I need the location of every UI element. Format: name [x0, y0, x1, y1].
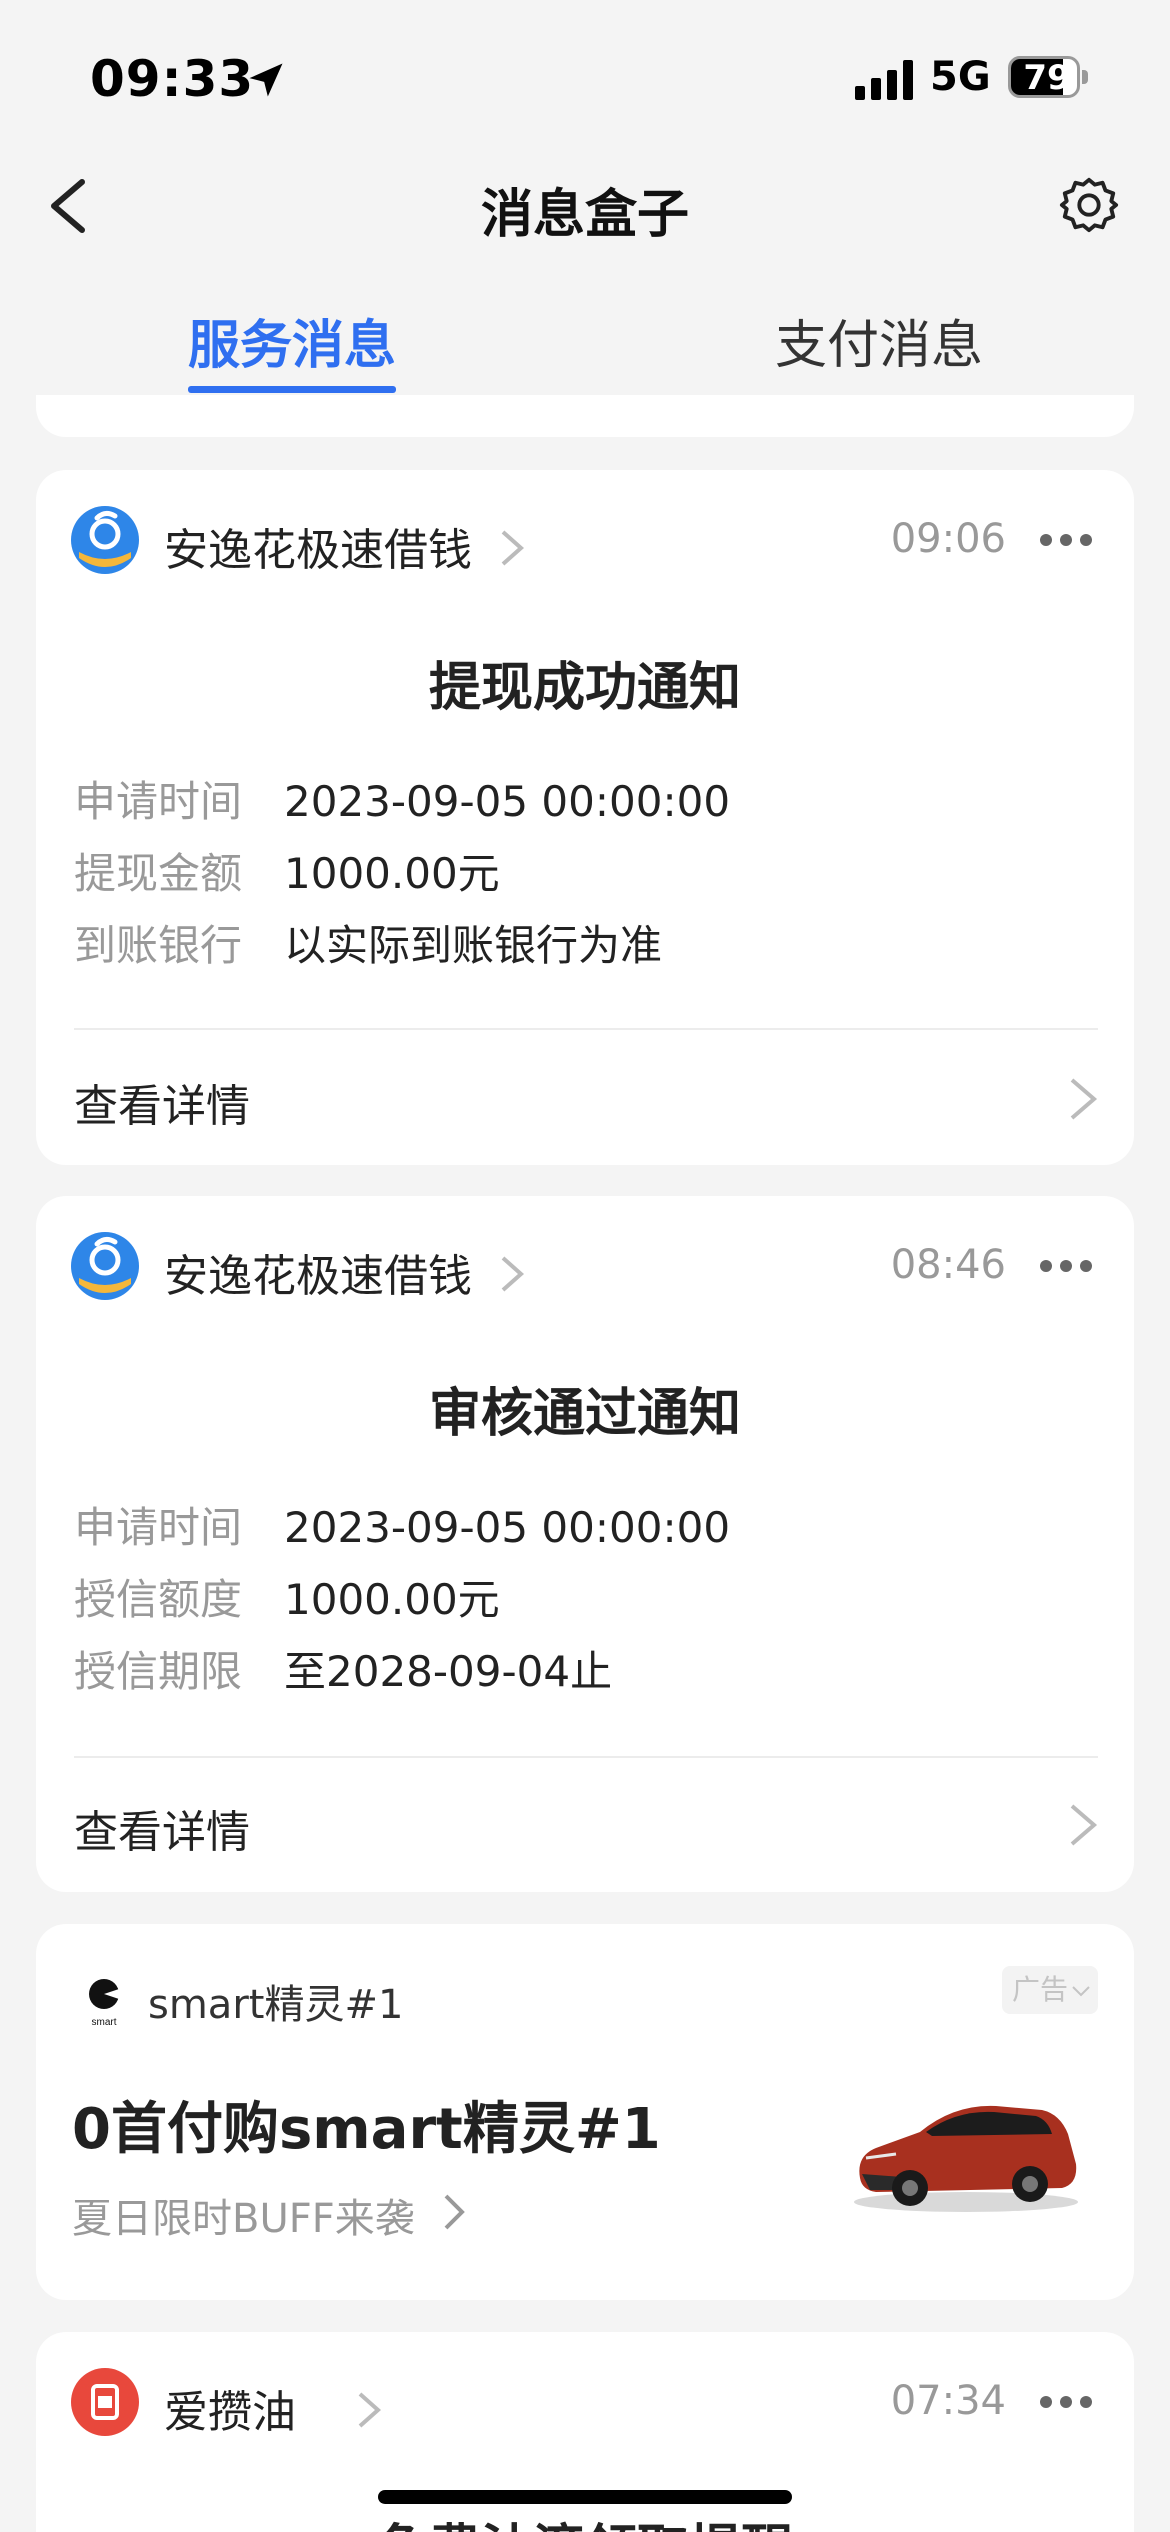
- message-card: 安逸花极速借钱 09:06 提现成功通知 申请时间 2023-09-05 00:0…: [36, 470, 1134, 1165]
- info-row: 到账银行 以实际到账银行为准: [74, 912, 662, 973]
- info-label: 提现金额: [74, 849, 243, 898]
- info-row: 授信额度 1000.00元: [74, 1566, 500, 1627]
- chevron-right-icon[interactable]: [1068, 1076, 1098, 1122]
- chevron-right-icon: [444, 2194, 465, 2230]
- chevron-right-icon: [501, 530, 525, 566]
- view-details-link[interactable]: 查看详情: [74, 1070, 250, 1134]
- info-row: 提现金额 1000.00元: [74, 840, 500, 901]
- message-time: 08:46: [890, 1242, 1006, 1288]
- anyihua-app-logo-icon: [71, 506, 139, 574]
- smart-brand-logo-icon: smart: [89, 1979, 119, 2028]
- info-row: 授信期限 至2028-09-04止: [74, 1638, 612, 1699]
- info-value: 1000.00元: [284, 849, 500, 898]
- car-image: [854, 2105, 1078, 2212]
- info-label: 申请时间: [74, 1503, 243, 1552]
- cellular-signal-icon: [855, 60, 913, 100]
- ad-subtitle: 夏日限时BUFF来袭: [72, 2196, 415, 2242]
- tab-service-messages[interactable]: 服务消息: [188, 303, 396, 378]
- more-options-icon[interactable]: [1038, 532, 1094, 548]
- message-card: 安逸花极速借钱 08:46 审核通过通知 申请时间 2023-09-05 00:0…: [36, 1196, 1134, 1892]
- ad-badge-label: 广告: [1012, 1973, 1069, 2006]
- page-title: 消息盒子: [480, 185, 689, 245]
- card-header[interactable]: 安逸花极速借钱 08:46: [36, 1196, 1134, 1336]
- active-tab-indicator: [188, 386, 396, 393]
- smart-logo-text: smart: [92, 2017, 117, 2028]
- info-label: 授信期限: [74, 1647, 243, 1696]
- info-row: 申请时间 2023-09-05 00:00:00: [74, 1494, 730, 1555]
- more-options-icon[interactable]: [1038, 1258, 1094, 1274]
- info-label: 到账银行: [74, 921, 243, 970]
- info-label: 申请时间: [74, 777, 243, 826]
- chevron-right-icon: [501, 1256, 525, 1292]
- app-name: 安逸花极速借钱: [164, 1251, 472, 1302]
- info-value: 以实际到账银行为准: [284, 921, 663, 970]
- info-label: 授信额度: [74, 1575, 243, 1624]
- app-name: 爱攒油: [164, 2387, 296, 2438]
- aizanyou-app-logo-icon: [71, 2368, 139, 2436]
- location-arrow-icon: [249, 63, 283, 97]
- message-time: 07:34: [890, 2378, 1006, 2424]
- battery-percent: 79: [1023, 58, 1071, 98]
- status-time: 09:33: [90, 50, 255, 108]
- info-value: 2023-09-05 00:00:00: [284, 1503, 731, 1552]
- message-tabs: 服务消息 支付消息: [0, 285, 1170, 395]
- message-title: 免费油滴领取提醒: [36, 2507, 1134, 2532]
- message-title: 提现成功通知: [428, 658, 741, 718]
- chevron-right-icon: [358, 2392, 382, 2428]
- home-indicator[interactable]: [378, 2490, 792, 2504]
- nav-bar: 消息盒子: [0, 150, 1170, 260]
- info-value: 2023-09-05 00:00:00: [284, 777, 731, 826]
- info-value: 至2028-09-04止: [284, 1647, 613, 1696]
- chevron-down-icon: [1072, 1986, 1090, 1997]
- chevron-right-icon[interactable]: [1068, 1802, 1098, 1848]
- view-details-link[interactable]: 查看详情: [74, 1796, 250, 1860]
- anyihua-app-logo-icon: [71, 1232, 139, 1300]
- message-time: 09:06: [890, 516, 1006, 562]
- ad-badge[interactable]: 广告: [1002, 1966, 1098, 2014]
- ad-brand-name: smart精灵#1: [148, 1982, 404, 2028]
- status-bar: 09:33 5G 79: [0, 0, 1170, 150]
- divider: [74, 1756, 1098, 1758]
- info-value: 1000.00元: [284, 1575, 500, 1624]
- app-name: 安逸花极速借钱: [164, 525, 472, 576]
- info-row: 申请时间 2023-09-05 00:00:00: [74, 768, 730, 829]
- card-header[interactable]: 安逸花极速借钱 09:06: [36, 470, 1134, 610]
- tab-payment-messages[interactable]: 支付消息: [775, 303, 983, 378]
- more-options-icon[interactable]: [1038, 2394, 1094, 2410]
- network-type: 5G: [930, 54, 991, 100]
- previous-message-card: [36, 395, 1134, 437]
- ad-card[interactable]: smart smart精灵#1 广告 0首付购smart精灵#1 夏日限时BUF…: [36, 1924, 1134, 2300]
- divider: [74, 1028, 1098, 1030]
- battery-icon: 79: [1008, 56, 1088, 98]
- gear-icon[interactable]: [1058, 174, 1120, 236]
- message-title: 审核通过通知: [428, 1384, 741, 1444]
- ad-title: 0首付购smart精灵#1: [72, 2097, 661, 2162]
- card-header[interactable]: 爱攒油 07:34: [36, 2332, 1134, 2472]
